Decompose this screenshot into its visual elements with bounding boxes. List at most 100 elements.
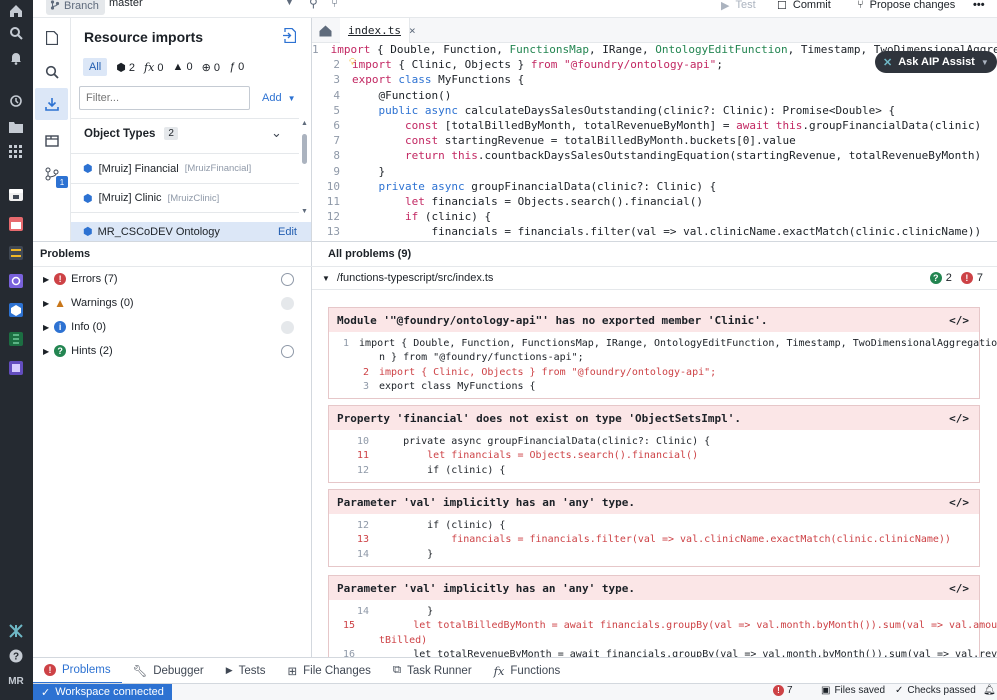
scroll-down-icon[interactable]: ▼ — [301, 208, 308, 215]
file-icon[interactable] — [35, 22, 68, 54]
ask-aip-assist-button[interactable]: ✕ Ask AIP Assist ▼ — [875, 51, 997, 73]
slate-app-icon[interactable] — [5, 357, 27, 379]
ontology-app-icon[interactable] — [5, 299, 27, 321]
tab-task-runner[interactable]: ⧉ Task Runner — [382, 658, 483, 684]
file-group-header[interactable]: ▼/functions-typescript/src/index.ts ? 2 !… — [312, 266, 997, 290]
home-tab-icon[interactable] — [312, 18, 339, 43]
object-type-item[interactable]: ⬢ [Mruiz] Financial [MruizFinancial] — [71, 153, 299, 183]
code-line[interactable]: 4 @Function() — [312, 88, 997, 103]
code-line[interactable]: 5 public async calculateDaysSalesOutstan… — [312, 103, 997, 118]
search-files-icon[interactable] — [35, 56, 68, 88]
close-tab-icon[interactable]: × — [409, 24, 416, 37]
open-code-icon[interactable]: </> — [949, 314, 969, 327]
filter-objects[interactable]: ⬢ 2 — [116, 61, 135, 74]
apps-grid-icon[interactable] — [5, 141, 27, 163]
filter-input[interactable] — [79, 86, 250, 110]
branch-name[interactable]: master — [109, 0, 143, 9]
snippet-line: 14 } — [356, 605, 434, 617]
workspace-status[interactable]: ✓ Workspace connected — [33, 684, 172, 700]
tab-functions[interactable]: fx Functions — [483, 658, 572, 684]
propose-changes-button[interactable]: ⑂ Propose changes — [857, 0, 955, 13]
more-menu-icon[interactable]: ••• — [973, 0, 985, 13]
problem-card[interactable]: Property 'financial' does not exist on t… — [328, 405, 980, 483]
object-types-header[interactable]: Object Types 2 — [84, 127, 178, 140]
toggle-circle-icon[interactable] — [281, 320, 294, 334]
tab-problems[interactable]: ! Problems — [33, 658, 122, 684]
tab-index-ts[interactable]: index.ts × — [340, 18, 416, 43]
filter-other[interactable]: ƒ 0 — [229, 61, 244, 73]
line-number: 5 — [333, 103, 340, 117]
info-icon: i — [54, 321, 67, 333]
snippet-line: n } from "@foundry/functions-api"; — [379, 352, 584, 364]
play-icon: ▶ — [721, 0, 730, 12]
import-file-icon[interactable] — [283, 27, 297, 46]
resource-imports-icon[interactable] — [35, 88, 68, 120]
problem-card[interactable]: Parameter 'val' implicitly has an 'any' … — [328, 575, 997, 657]
status-checks[interactable]: ✓ Checks passed — [895, 685, 976, 696]
filter-links[interactable]: ▲ 0 — [173, 61, 193, 73]
open-code-icon[interactable]: </> — [949, 582, 969, 595]
collapse-chevron-icon[interactable]: ⌄ — [271, 125, 282, 141]
merge-icon[interactable]: ⑂ — [331, 0, 338, 10]
code-line[interactable]: 12 if (clinic) { — [312, 209, 997, 224]
line-number: 1 — [312, 43, 319, 57]
calendar-app-icon[interactable] — [5, 184, 27, 206]
pin-icon[interactable]: ⚲ — [309, 0, 318, 10]
aip-icon[interactable] — [5, 620, 27, 642]
object-type-item[interactable]: ⬢ [Mruiz] Clinic [MruizClinic] — [71, 183, 299, 213]
history-icon[interactable] — [5, 90, 27, 112]
branch-selector[interactable]: Branch — [46, 0, 105, 15]
warning-icon: ▲ — [54, 296, 67, 310]
home-icon[interactable] — [5, 0, 27, 22]
package-icon[interactable] — [35, 124, 68, 156]
edit-ontology-link[interactable]: Edit — [278, 226, 297, 238]
code-line[interactable]: 11 let financials = Objects.search().fin… — [312, 194, 997, 209]
wrench-icon: 🔧︎ — [132, 665, 148, 678]
quiver-app-icon[interactable] — [5, 270, 27, 292]
scrollbar-thumb[interactable] — [302, 134, 307, 164]
search-icon[interactable] — [5, 22, 27, 44]
chevron-down-icon[interactable]: ▼ — [285, 0, 294, 7]
problem-card[interactable]: Module '"@foundry/ontology-api"' has no … — [328, 307, 997, 399]
lightbulb-icon[interactable]: 💡︎ — [349, 57, 356, 68]
ontology-selector[interactable]: ⬢ MR_CSCoDEV Ontology Edit — [71, 222, 311, 241]
code-line[interactable]: 13 financials = financials.filter(val =>… — [312, 224, 997, 239]
problems-hints[interactable]: ▶? Hints (2) — [33, 339, 312, 363]
help-icon[interactable]: ? — [5, 645, 27, 667]
notification-icon[interactable] — [5, 47, 27, 69]
toggle-circle-icon[interactable] — [281, 296, 294, 310]
snippet-line: 10 private async groupFinancialData(clin… — [356, 435, 711, 447]
pipeline-app-icon[interactable] — [5, 242, 27, 264]
tab-file-changes[interactable]: ⊞ File Changes — [276, 658, 381, 684]
code-line[interactable]: 3 export class MyFunctions { — [312, 72, 997, 87]
filter-functions[interactable]: fx 0 — [144, 61, 163, 74]
toggle-circle-icon[interactable] — [281, 344, 294, 358]
tab-debugger[interactable]: 🔧︎ Debugger — [122, 658, 215, 684]
open-code-icon[interactable]: </> — [949, 496, 969, 509]
status-errors[interactable]: ! 7 — [773, 685, 793, 696]
code-repo-app-icon[interactable] — [5, 328, 27, 350]
code-line[interactable]: 9 } — [312, 164, 997, 179]
open-code-icon[interactable]: </> — [949, 412, 969, 425]
scroll-up-icon[interactable]: ▲ — [301, 120, 308, 127]
add-button[interactable]: Add ▼ — [262, 92, 296, 104]
dataset-app-icon[interactable] — [5, 213, 27, 235]
commit-button[interactable]: ☐ Commit — [777, 0, 831, 13]
test-button[interactable]: ▶ Test — [721, 0, 756, 13]
problems-errors[interactable]: ▶! Errors (7) — [33, 267, 312, 291]
code-line[interactable]: 10 private async groupFinancialData(clin… — [312, 179, 997, 194]
problems-info[interactable]: ▶ i Info (0) — [33, 315, 312, 339]
tab-tests[interactable]: ▶ Tests — [215, 658, 277, 684]
filter-web[interactable]: ⊕ 0 — [202, 61, 220, 74]
code-line[interactable]: 8 return this.countbackDaysSalesOutstand… — [312, 148, 997, 163]
toggle-circle-icon[interactable] — [281, 272, 294, 286]
bell-icon[interactable]: 🔔︎ — [983, 685, 996, 696]
problems-warnings[interactable]: ▶ ▲ Warnings (0) — [33, 291, 312, 315]
problem-card[interactable]: Parameter 'val' implicitly has an 'any' … — [328, 489, 980, 567]
hint-count: 2 — [945, 272, 952, 284]
filter-all[interactable]: All — [83, 58, 108, 76]
avatar[interactable]: MR — [5, 670, 27, 692]
code-line[interactable]: 6 const [totalBilledByMonth, totalRevenu… — [312, 118, 997, 133]
folder-icon[interactable] — [5, 116, 27, 138]
code-line[interactable]: 7 const startingRevenue = totalBilledByM… — [312, 133, 997, 148]
